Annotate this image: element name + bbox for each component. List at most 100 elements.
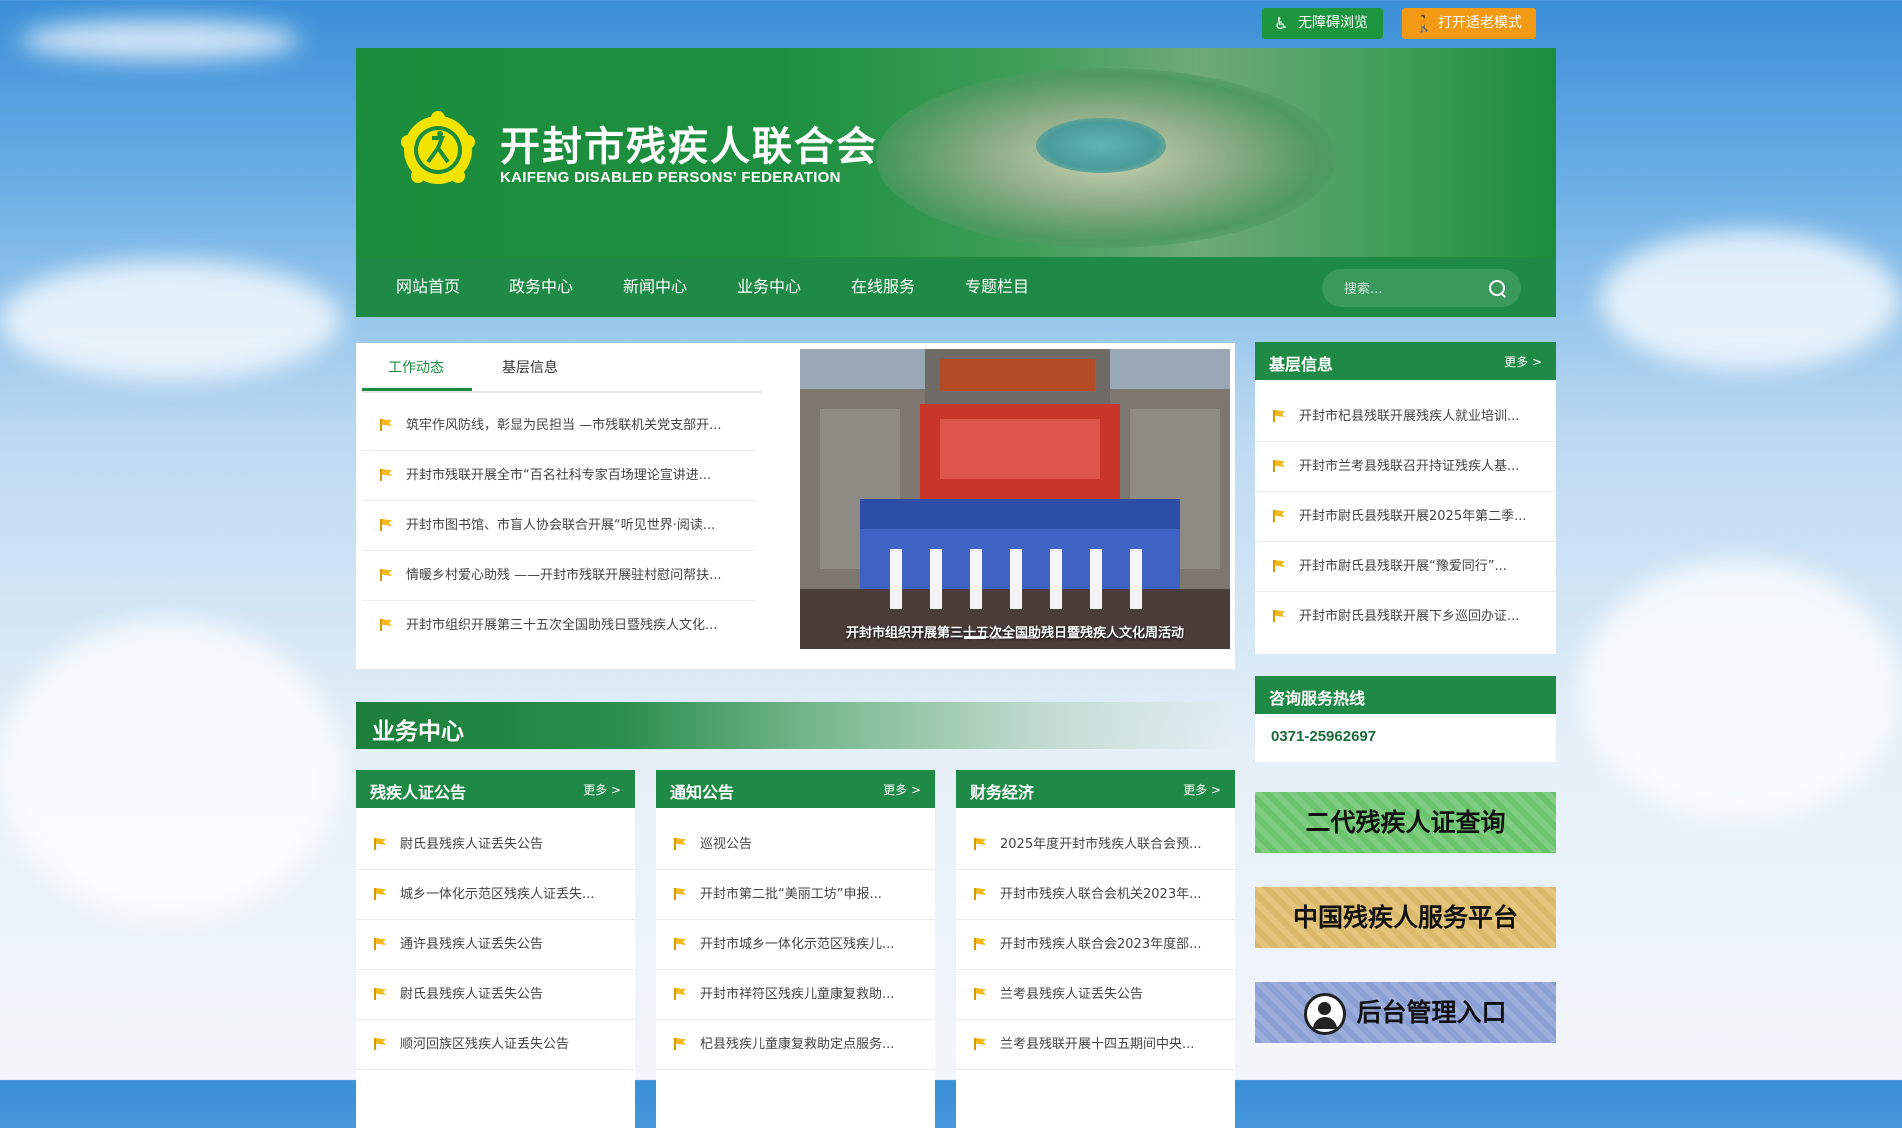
list-item[interactable]: 开封市残疾人联合会2023年度部... [956,920,1235,970]
list-item-text: 开封市尉氏县残联开展下乡巡回办证... [1299,609,1520,624]
list-item[interactable]: 尉氏县残疾人证丢失公告 [356,970,635,1020]
list-item[interactable]: 开封市尉氏县残联开展下乡巡回办证... [1255,592,1556,641]
list-item-text: 开封市杞县残联开展残疾人就业培训... [1299,409,1520,424]
list-item[interactable]: 筑牢作风防线，彰显为民担当 —市残联机关党支部开... [362,401,756,451]
search-input[interactable] [1342,277,1486,301]
flag-icon [374,838,386,850]
nav-item-online-service[interactable]: 在线服务 [851,257,915,317]
column-more-link[interactable]: 更多 > [1183,781,1221,798]
column-finance: 财务经济 更多 > 2025年度开封市残疾人联合会预... 开封市残疾人联合会机… [956,770,1235,1128]
grassroots-title: 基层信息 [1269,355,1334,374]
list-item-text: 巡视公告 [700,837,753,852]
business-section-title: 业务中心 [372,719,464,745]
cert-query-banner[interactable]: 二代残疾人证查询 [1255,792,1556,853]
list-item[interactable]: 情暖乡村爱心助残 ——开封市残联开展驻村慰问帮扶... [362,551,756,601]
list-item[interactable]: 巡视公告 [656,820,935,870]
header-banner: 开封市残疾人联合会 KAIFENG DISABLED PERSONS' FEDE… [356,48,1556,257]
list-item-text: 开封市残联开展全市“百名社科专家百场理论宣讲进... [406,468,712,483]
grassroots-more-link[interactable]: 更多 > [1504,353,1542,370]
list-item[interactable]: 开封市城乡一体化示范区残疾儿... [656,920,935,970]
search-box [1322,269,1521,307]
flag-icon [1273,610,1285,622]
carousel-indicators [962,624,1040,643]
flag-icon [674,888,686,900]
admin-entry-label: 后台管理入口 [1356,998,1507,1027]
column-more-link[interactable]: 更多 > [583,781,621,798]
accessible-browse-button[interactable]: ♿ 无障碍浏览 [1262,8,1383,39]
admin-entry-banner[interactable]: 后台管理入口 [1255,982,1556,1043]
nav-item-business[interactable]: 业务中心 [737,257,801,317]
list-item[interactable]: 开封市兰考县残联召开持证残疾人基... [1255,442,1556,492]
service-platform-banner[interactable]: 中国残疾人服务平台 [1255,887,1556,948]
carousel-dot[interactable] [964,636,986,639]
flag-icon [674,938,686,950]
column-more-link[interactable]: 更多 > [883,781,921,798]
flag-icon [374,1038,386,1050]
list-item-text: 城乡一体化示范区残疾人证丢失... [400,887,595,902]
flag-icon [1273,560,1285,572]
list-item[interactable]: 2025年度开封市残疾人联合会预... [956,820,1235,870]
column-header: 残疾人证公告 更多 > [356,770,635,808]
accessible-browse-label: 无障碍浏览 [1298,15,1368,31]
nav-item-special-topics[interactable]: 专题栏目 [965,257,1029,317]
list-item-text: 开封市图书馆、市盲人协会联合开展“听见世界·阅读... [406,518,716,533]
news-list: 筑牢作风防线，彰显为民担当 —市残联机关党支部开... 开封市残联开展全市“百名… [362,401,756,650]
tab-grassroots[interactable]: 基层信息 [502,357,558,377]
list-item[interactable]: 开封市第二批“美丽工坊”申报... [656,870,935,920]
list-item[interactable]: 开封市残联开展全市“百名社科专家百场理论宣讲进... [362,451,756,501]
list-item[interactable]: 杞县残疾儿童康复救助定点服务... [656,1020,935,1070]
list-item[interactable]: 兰考县残联开展十四五期间中央... [956,1020,1235,1070]
list-item[interactable]: 尉氏县残疾人证丢失公告 [356,820,635,870]
list-item[interactable]: 开封市杞县残联开展残疾人就业培训... [1255,392,1556,442]
list-item-text: 杞县残疾儿童康复救助定点服务... [700,1037,895,1052]
carousel-dot[interactable] [1016,636,1038,639]
list-item[interactable]: 开封市组织开展第三十五次全国助残日暨残疾人文化... [362,601,756,650]
column-header: 通知公告 更多 > [656,770,935,808]
flag-icon [974,988,986,1000]
list-item[interactable]: 开封市祥符区残疾儿童康复救助... [656,970,935,1020]
news-tabs: 工作动态 基层信息 [362,343,762,393]
flag-icon [380,419,392,431]
background-cloud [20,20,300,60]
list-item[interactable]: 开封市尉氏县残联开展2025年第二季... [1255,492,1556,542]
list-item[interactable]: 城乡一体化示范区残疾人证丢失... [356,870,635,920]
list-item[interactable]: 开封市残疾人联合会机关2023年... [956,870,1235,920]
news-photo-carousel[interactable]: 开封市组织开展第三十五次全国助残日暨残疾人文化周活动 [800,349,1230,649]
list-item-text: 开封市残疾人联合会2023年度部... [1000,937,1202,952]
flag-icon [380,519,392,531]
list-item-text: 情暖乡村爱心助残 ——开封市残联开展驻村慰问帮扶... [406,568,722,583]
hotline-number: 0371-25962697 [1271,728,1377,745]
list-item-text: 尉氏县残疾人证丢失公告 [400,837,544,852]
carousel-dot[interactable] [990,636,1012,639]
list-item-text: 开封市第二批“美丽工坊”申报... [700,887,882,902]
nav-item-government[interactable]: 政务中心 [509,257,573,317]
background-cloud [0,260,340,380]
list-item-text: 开封市祥符区残疾儿童康复救助... [700,987,895,1002]
background-cloud [1600,230,1900,370]
list-item-text: 通许县残疾人证丢失公告 [400,937,544,952]
flag-icon [674,988,686,1000]
flag-icon [1273,510,1285,522]
tab-work-updates[interactable]: 工作动态 [388,357,444,377]
column-list: 2025年度开封市残疾人联合会预... 开封市残疾人联合会机关2023年... … [956,820,1235,1070]
search-icon[interactable] [1489,280,1505,296]
column-list: 尉氏县残疾人证丢失公告 城乡一体化示范区残疾人证丢失... 通许县残疾人证丢失公… [356,820,635,1070]
list-item[interactable]: 通许县残疾人证丢失公告 [356,920,635,970]
list-item[interactable]: 开封市尉氏县残联开展“豫爱同行”... [1255,542,1556,592]
hotline-header: 咨询服务热线 [1255,676,1556,714]
nav-item-home[interactable]: 网站首页 [396,257,460,317]
elder-mode-button[interactable]: 🚶 打开适老模式 [1402,8,1536,39]
nav-item-news[interactable]: 新闻中心 [623,257,687,317]
grassroots-panel: 基层信息 更多 > 开封市杞县残联开展残疾人就业培训... 开封市兰考县残联召开… [1255,342,1556,654]
user-icon [1304,993,1347,1035]
walking-person-icon: 🚶 [1414,14,1434,33]
flag-icon [380,569,392,581]
list-item[interactable]: 顺河回族区残疾人证丢失公告 [356,1020,635,1070]
column-title: 残疾人证公告 [370,783,467,802]
list-item-text: 尉氏县残疾人证丢失公告 [400,987,544,1002]
list-item-text: 筑牢作风防线，彰显为民担当 —市残联机关党支部开... [406,418,722,433]
list-item[interactable]: 兰考县残疾人证丢失公告 [956,970,1235,1020]
news-panel: 工作动态 基层信息 筑牢作风防线，彰显为民担当 —市残联机关党支部开... 开封… [356,343,1235,669]
flag-icon [1273,460,1285,472]
list-item[interactable]: 开封市图书馆、市盲人协会联合开展“听见世界·阅读... [362,501,756,551]
